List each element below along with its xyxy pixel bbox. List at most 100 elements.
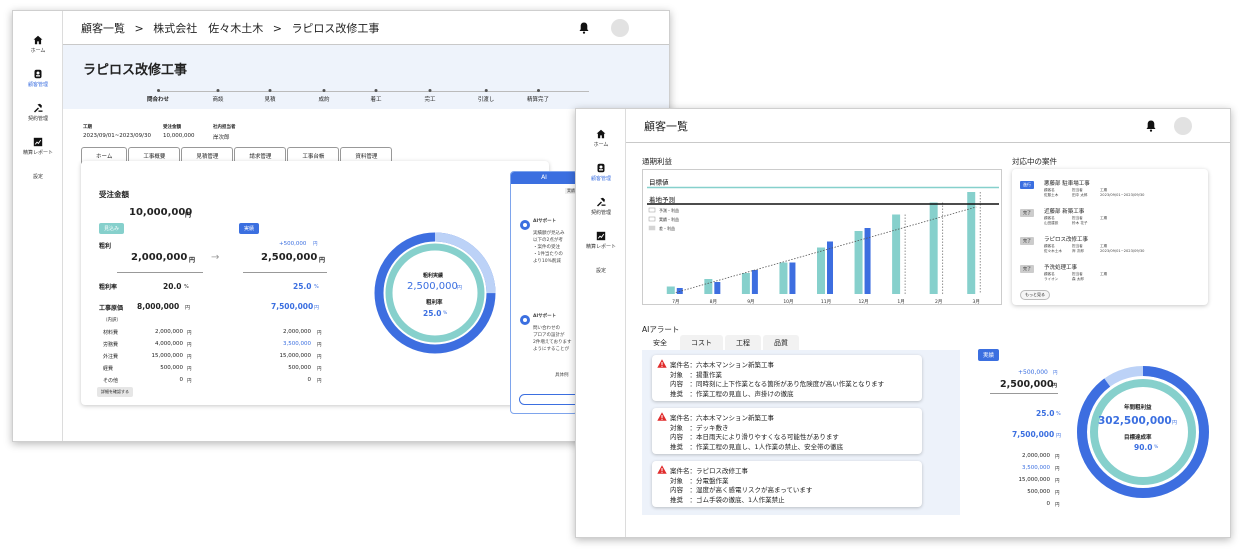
- project-item[interactable]: 進行 悪藤部 駐車場工事 顧客名 佐藤土木 担当者 田中 太郎 工期 2023/09/01~2…: [1020, 179, 1200, 203]
- donut-title: 粗利実績: [423, 273, 444, 279]
- yearly-delta: +500,000: [1018, 369, 1048, 376]
- breadcrumb-project: ラピロス改修工事: [291, 21, 380, 35]
- profit-chart: 目標値 着地予測 予測・利益 実績・利益 差・利益 7月 8月 9月 10月 11月 12月 1月 2月…: [642, 169, 1002, 305]
- project-item[interactable]: 完了 ラピロス改修工事 顧客名 佐々木土木 担当者岸 次郎 工期 2023/09/01~20…: [1020, 235, 1200, 259]
- bar-forecast: [929, 202, 938, 294]
- breadcrumb-company[interactable]: 株式会社 佐々木土木: [153, 22, 263, 35]
- ai-more-link[interactable]: 具体例: [555, 372, 569, 378]
- alert-tab-3[interactable]: 品質: [763, 335, 799, 351]
- ai-text: ・1件当たりの: [533, 252, 563, 257]
- breadcrumb-sep: >: [272, 21, 282, 35]
- bar-forecast: [779, 262, 788, 294]
- sidebar-item[interactable]: ホーム: [576, 119, 626, 153]
- ai-input[interactable]: [519, 394, 577, 405]
- sidebar-item-label: 設定: [32, 174, 43, 180]
- ai-text: ・案件の受注: [533, 245, 560, 250]
- bar-forecast: [741, 273, 750, 294]
- breadcrumb: 顧客一覧: [626, 118, 694, 134]
- cost-label: 工事原価: [99, 305, 124, 312]
- alert-line: 対象 ：分電盤作業: [670, 476, 729, 485]
- project-item[interactable]: 完了 予洗処理工事 顧客名 ライオン 担当者森 太郎 工期: [1020, 263, 1200, 287]
- alert-card[interactable]: 案件名：六本木マンション新築工事 対象 ：デッキ敷き 内容 ：本日雨天により滑りやす…: [652, 408, 922, 454]
- more-button[interactable]: もっと見る: [1020, 290, 1050, 300]
- summary-card: 受注金額 10,000,000 円 見込み 実績 粗利 +500,000 円 2…: [81, 161, 549, 405]
- cost-row-label: 経費: [103, 366, 114, 372]
- gross-donut: [374, 232, 496, 354]
- alert-list: 案件名：六本木マンション新築工事 対象 ：揚重作業 内容 ：同時刻に上下作業となる箇…: [642, 350, 960, 515]
- sidebar-item[interactable]: 精算レポート: [13, 127, 63, 161]
- project-detail: 田中 太郎: [1072, 193, 1088, 197]
- detail-button[interactable]: 詳細を確認する: [97, 387, 133, 397]
- sidebar-item-label: 精算レポート: [22, 150, 53, 156]
- ai-text: プロアの設計が: [533, 333, 565, 338]
- home-icon: [33, 35, 43, 45]
- legend-swatch: [648, 207, 656, 213]
- goal-rate: 90.0: [1134, 443, 1153, 452]
- bar-forecast: [892, 214, 901, 294]
- alert-tab-2[interactable]: 工程: [725, 335, 761, 351]
- bar-actual: [827, 241, 833, 294]
- project-detail: 佐藤土木: [1044, 193, 1059, 197]
- alert-card[interactable]: 案件名：六本木マンション新築工事 対象 ：揚重作業 内容 ：同時刻に上下作業となる箇…: [652, 355, 922, 401]
- project-status-badge: 進行: [1020, 181, 1034, 189]
- sidebar-item[interactable]: 設定: [13, 161, 63, 195]
- sidebar-item-label: ホーム: [30, 48, 46, 54]
- warning-icon: [657, 359, 667, 368]
- step-1: 商談: [212, 89, 224, 103]
- sidebar-item[interactable]: 顧客管理: [576, 153, 626, 187]
- sidebar-item-label: 顧客管理: [590, 176, 611, 182]
- cost-row-label: 材料費: [103, 330, 119, 336]
- legend-swatch: [648, 216, 656, 222]
- legend-swatch: [648, 225, 656, 231]
- sidebar-item[interactable]: 設定: [576, 255, 626, 289]
- x-tick-label: 2月: [935, 299, 942, 305]
- project-detail: 工期: [1100, 216, 1108, 220]
- step-4: 着工: [370, 89, 382, 103]
- estimate-badge: 見込み: [99, 223, 125, 234]
- alert-tab-0[interactable]: 安全: [642, 335, 678, 351]
- breadcrumb-customers[interactable]: 顧客一覧: [81, 22, 125, 35]
- alert-tab-1[interactable]: コスト: [680, 335, 723, 351]
- alert-line: 推奨 ：作業工程の見直し、声掛けの徹底: [670, 389, 794, 398]
- bar-actual: [789, 262, 796, 294]
- alert-tabs: 安全 コスト 工程 品質: [642, 335, 801, 351]
- project-status-badge: 完了: [1020, 209, 1034, 217]
- sidebar-item[interactable]: 契約管理: [576, 187, 626, 221]
- alert-line: 対象 ：デッキ敷き: [670, 423, 729, 432]
- alerts-title: AIアラート: [642, 325, 680, 334]
- title-band: ラピロス改修工事 問合わせ 商談 見積 成約 着工 完工 引渡し 精算完了: [63, 45, 669, 109]
- avatar[interactable]: [1174, 117, 1192, 135]
- sidebar-item[interactable]: ホーム: [13, 25, 63, 59]
- sidebar-item[interactable]: 契約管理: [13, 93, 63, 127]
- sidebar-item-label: 設定: [595, 268, 606, 274]
- actual-badge: 実績: [239, 223, 260, 234]
- yearly-cost: 7,500,000: [1012, 430, 1055, 439]
- sidebar-item-label: ホーム: [593, 142, 609, 148]
- cost-row-actual: 3,500,000: [283, 341, 311, 347]
- yearly-donut: [1077, 366, 1209, 498]
- cost-row-estimate: 15,000,000: [151, 353, 184, 359]
- step-3: 成約: [318, 89, 330, 103]
- landing-label: 着地予測: [649, 195, 675, 204]
- donut-rate: 25.0: [423, 309, 442, 318]
- ai-panel-title: AI: [511, 172, 577, 184]
- breadcrumb-customers: 顧客一覧: [644, 119, 688, 133]
- avatar[interactable]: [611, 19, 629, 37]
- bell-icon[interactable]: [579, 22, 589, 34]
- sidebar-item[interactable]: 精算レポート: [576, 221, 626, 255]
- bar-actual: [714, 282, 721, 294]
- project-item[interactable]: 完了 近藤部 新築工事 顧客名 山田建設 担当者 鈴木 花子 工期: [1020, 207, 1200, 231]
- alert-line: 推奨 ：作業工程の見直し、1人作業の禁止、安全帯の徹底: [670, 442, 844, 451]
- alert-line: 案件名：六本木マンション新築工事: [670, 414, 774, 422]
- alert-line: 案件名：ラピロス改修工事: [670, 467, 748, 475]
- step-7: 精算完了: [527, 89, 549, 103]
- yearly-row-value: 15,000,000: [1018, 477, 1051, 483]
- project-detail: 工期: [1100, 272, 1108, 276]
- sidebar-item[interactable]: 顧客管理: [13, 59, 63, 93]
- x-tick-label: 10月: [783, 299, 793, 305]
- alert-card[interactable]: 案件名：ラピロス改修工事 対象 ：分電盤作業 内容 ：湿度が高く感電リスクが高まって…: [652, 461, 922, 507]
- alert-line: 内容 ：本日雨天により滑りやすくなる可能性があります: [670, 433, 839, 441]
- yearly-value: 2,500,000: [1000, 379, 1054, 390]
- alert-line: 内容 ：湿度が高く感電リスクが高まっています: [670, 486, 813, 494]
- bell-icon[interactable]: [1146, 120, 1156, 132]
